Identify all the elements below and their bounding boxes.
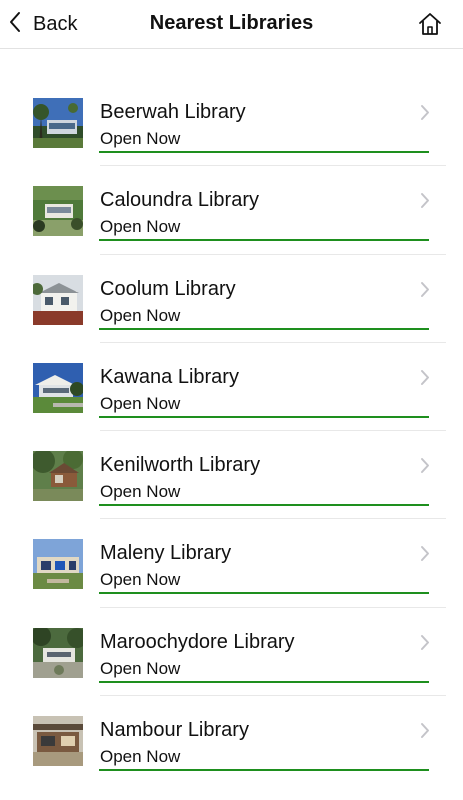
library-status: Open Now [100,217,181,237]
library-thumbnail [33,627,83,678]
status-bar [99,769,429,772]
library-name: Maleny Library [100,542,232,565]
back-label: Back [33,12,78,35]
library-name: Coolum Library [100,277,236,300]
library-name: Beerwah Library [100,101,246,123]
library-row-nambour[interactable]: Nambour Library Open Now [0,696,463,784]
home-icon [419,13,441,35]
home-button[interactable] [417,11,443,37]
back-button[interactable]: Back [8,10,77,38]
status-bar [99,239,429,242]
library-row-caloundra[interactable]: Caloundra Library Open Now [0,166,463,255]
chevron-left-icon [8,11,22,38]
chevron-right-icon [420,369,430,386]
status-bar [99,592,429,595]
library-thumbnail [33,274,83,325]
library-status: Open Now [100,129,181,148]
library-thumbnail [33,451,83,502]
library-thumbnail [33,362,83,413]
chevron-right-icon [420,104,430,121]
library-status: Open Now [100,658,181,678]
library-thumbnail [33,716,83,767]
chevron-right-icon [420,545,430,562]
library-list: Beerwah Library Open Now Caloundra Libra… [0,78,463,784]
library-thumbnail [33,98,83,148]
library-row-kawana[interactable]: Kawana Library Open Now [0,343,463,432]
status-bar [99,415,429,418]
status-bar [99,327,429,330]
chevron-right-icon [420,457,430,474]
library-row-kenilworth[interactable]: Kenilworth Library Open Now [0,431,463,520]
library-row-beerwah[interactable]: Beerwah Library Open Now [0,78,463,167]
library-row-coolum[interactable]: Coolum Library Open Now [0,255,463,344]
library-name: Caloundra Library [100,189,259,212]
library-name: Kenilworth Library [100,454,261,477]
chevron-right-icon [420,722,430,739]
library-thumbnail [33,539,83,590]
library-status: Open Now [100,747,181,767]
status-bar [99,151,429,153]
chevron-right-icon [420,634,430,651]
library-status: Open Now [100,305,181,325]
library-thumbnail [33,186,83,237]
library-row-maroochydore[interactable]: Maroochydore Library Open Now [0,608,463,697]
status-bar [99,680,429,683]
status-bar [99,504,429,507]
library-status: Open Now [100,482,181,502]
library-row-maleny[interactable]: Maleny Library Open Now [0,519,463,609]
nav-bar: Back Nearest Libraries [0,0,463,49]
chevron-right-icon [420,281,430,298]
library-name: Maroochydore Library [100,630,295,653]
chevron-right-icon [420,192,430,209]
library-name: Kawana Library [100,365,239,388]
library-name: Nambour Library [100,719,249,742]
library-status: Open Now [100,393,181,413]
library-status: Open Now [100,570,181,590]
